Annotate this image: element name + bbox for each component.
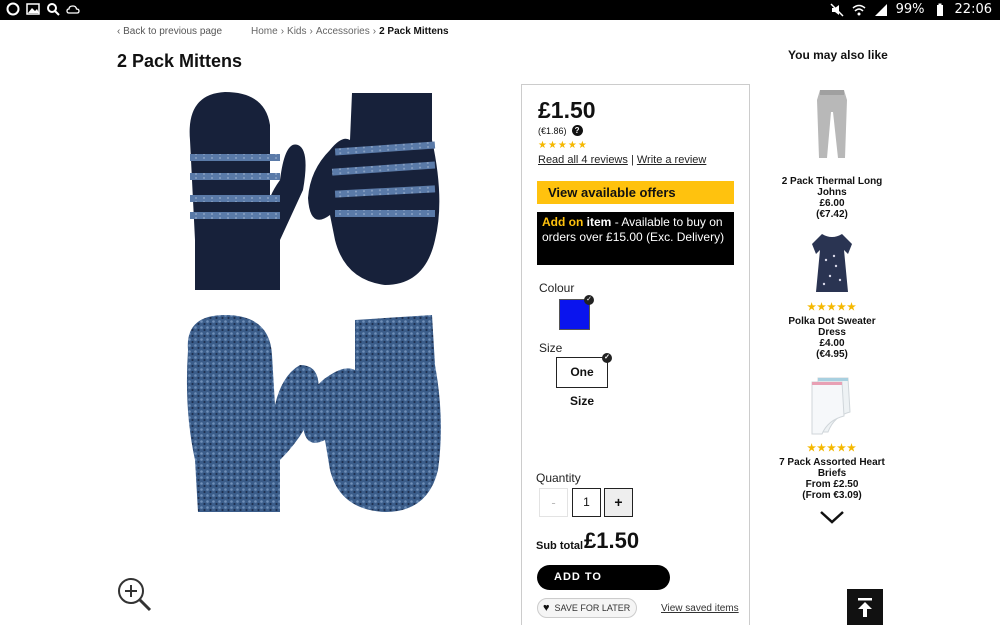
recommendation-item[interactable]: ★★★★★ 7 Pack Assorted Heart Briefs From …: [777, 372, 887, 501]
recommendation-stars: ★★★★★: [807, 443, 857, 454]
recommendation-price-euro: (€7.42): [816, 209, 848, 220]
product-price: £1.50: [538, 97, 596, 123]
status-bar-notifications: [6, 2, 80, 16]
check-icon: ✓: [602, 353, 612, 363]
recommendation-price: From £2.50: [805, 479, 859, 490]
subtotal-value: £1.50: [584, 528, 640, 553]
recommendation-item[interactable]: ★★★★★ Polka Dot Sweater Dress £4.00 (€4.…: [777, 230, 887, 360]
save-for-later-button[interactable]: ♥ SAVE FOR LATER: [537, 598, 637, 618]
price-euro: (€1.86) ?: [538, 125, 583, 136]
weather-icon: [66, 5, 80, 14]
back-link-label: Back to previous page: [123, 26, 223, 37]
save-for-later-label: SAVE FOR LATER: [554, 603, 631, 613]
battery-icon: [936, 3, 943, 16]
gallery-icon: [26, 3, 40, 15]
size-option-one-size[interactable]: One Size ✓: [556, 353, 612, 408]
navy-mitten-left: [189, 92, 306, 290]
recommendation-name: 2 Pack Thermal Long Johns: [781, 176, 883, 198]
breadcrumb-separator: ›: [280, 26, 285, 37]
quantity-decrease-button[interactable]: -: [539, 488, 568, 517]
breadcrumb-accessories[interactable]: Accessories: [316, 26, 370, 37]
long-johns-icon: [817, 90, 847, 158]
navy-mitten-right: [308, 93, 440, 285]
chevron-down-icon[interactable]: [818, 508, 846, 526]
wifi-icon: [852, 4, 866, 15]
quantity-input[interactable]: 1: [572, 488, 601, 517]
breadcrumb-kids[interactable]: Kids: [287, 26, 306, 37]
recommendation-price-euro: (From €3.09): [802, 490, 862, 501]
back-to-previous-link[interactable]: ‹ Back to previous page: [117, 26, 222, 37]
briefs-icon: [811, 377, 851, 435]
view-saved-items-link[interactable]: View saved items: [661, 603, 739, 614]
recommendation-price: £6.00: [819, 198, 845, 209]
subtotal-label: Sub total: [536, 540, 584, 552]
check-icon: ✓: [584, 295, 594, 305]
quantity-increase-button[interactable]: +: [604, 488, 633, 517]
page-title: 2 Pack Mittens: [117, 51, 243, 71]
marl-mitten-right: [303, 315, 441, 512]
zoom-icon[interactable]: [116, 576, 152, 612]
reviews-separator: |: [630, 154, 634, 166]
purchase-panel: £1.50 (€1.86) ? ★★★★★ Read all 4 reviews…: [521, 84, 750, 625]
write-review-link[interactable]: Write a review: [637, 154, 706, 166]
status-bar-system: 99% 22:06: [830, 2, 992, 17]
price-euro-value: (€1.86): [538, 125, 567, 136]
breadcrumb-current: 2 Pack Mittens: [379, 26, 449, 37]
product-image[interactable]: [170, 80, 460, 520]
help-icon[interactable]: ?: [571, 125, 583, 136]
opera-icon: [6, 2, 20, 16]
addon-item-notice: Add on item - Available to buy on orders…: [537, 212, 734, 265]
recommendation-stars: ★★★★★: [807, 302, 857, 313]
marl-mitten-left: [186, 315, 319, 512]
mute-icon: [830, 2, 844, 17]
arrow-up-icon: [858, 598, 872, 617]
colour-swatch-blue[interactable]: ✓: [559, 295, 594, 330]
size-label: Size: [539, 341, 563, 355]
size-option-label: One Size: [569, 365, 594, 408]
clock: 22:06: [954, 2, 992, 17]
recommendation-price-euro: (€4.95): [816, 349, 848, 360]
dress-icon: [812, 234, 852, 292]
rating-stars: ★★★★★: [538, 140, 588, 151]
status-bar: 99% 22:06: [0, 0, 1000, 20]
search-icon: [47, 3, 60, 16]
recommendation-item[interactable]: 2 Pack Thermal Long Johns £6.00 (€7.42): [777, 88, 887, 220]
breadcrumb-separator: ›: [309, 26, 313, 37]
view-offers-button[interactable]: View available offers: [537, 181, 734, 204]
battery-level: 99%: [895, 2, 925, 17]
reviews-links: Read all 4 reviews | Write a review: [538, 154, 706, 166]
watermark: [6, 500, 26, 620]
breadcrumb: Home › Kids › Accessories › 2 Pack Mitte…: [251, 26, 449, 37]
scroll-to-top-button[interactable]: [847, 589, 883, 625]
add-to-basket-button[interactable]: ADD TO BASKET→: [537, 565, 670, 608]
recommendation-name: Polka Dot Sweater Dress: [788, 316, 876, 338]
colour-label: Colour: [539, 281, 575, 295]
breadcrumb-home[interactable]: Home: [251, 26, 278, 37]
signal-icon: [874, 3, 887, 16]
recommendation-name: 7 Pack Assorted Heart Briefs: [779, 457, 885, 479]
addon-highlight: Add on: [542, 215, 584, 229]
heart-icon: ♥: [543, 602, 550, 614]
recommendation-price: £4.00: [819, 338, 845, 349]
recommendations-title: You may also like: [788, 48, 888, 62]
read-reviews-link[interactable]: Read all 4 reviews: [538, 154, 628, 166]
addon-item-word: item: [586, 215, 612, 229]
quantity-label: Quantity: [536, 471, 581, 485]
breadcrumb-separator: ›: [372, 26, 377, 37]
